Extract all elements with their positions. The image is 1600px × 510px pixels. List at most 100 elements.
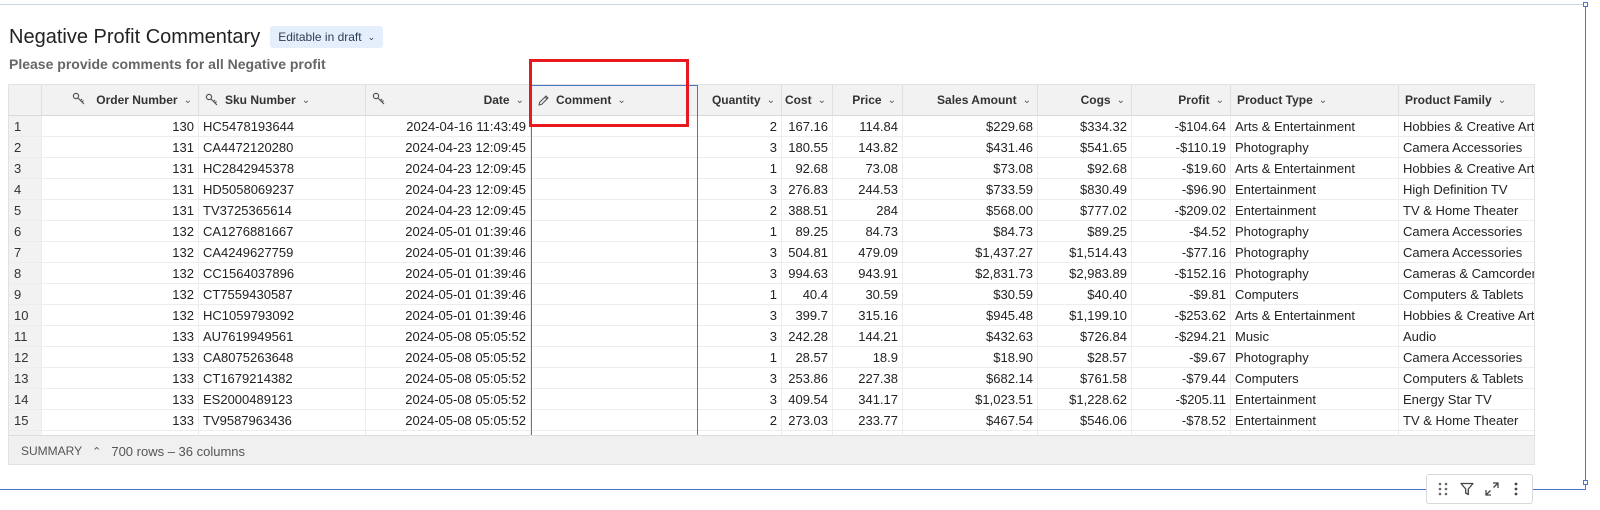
table-cell-qty: 3	[698, 368, 782, 389]
chevron-down-icon[interactable]: ⌄	[1498, 95, 1506, 106]
table-cell-comment[interactable]	[531, 347, 698, 368]
table-cell-pfamily: Camera Accessories	[1399, 242, 1534, 263]
filter-icon[interactable]	[1457, 479, 1477, 499]
table-cell-sales: $568.00	[903, 200, 1038, 221]
table-cell-qty: 3	[698, 179, 782, 200]
key-icon	[372, 92, 385, 105]
table-cell-pfamily: Hobbies & Creative Arts	[1399, 158, 1534, 179]
table-cell-comment[interactable]	[531, 410, 698, 431]
row-number: 8	[9, 263, 42, 284]
table-cell-profit: -$110.19	[1132, 137, 1231, 158]
table-cell-cogs: $92.68	[1038, 158, 1132, 179]
table-cell-order: 133	[42, 410, 199, 431]
table-cell-sku: HD5058069237	[199, 179, 366, 200]
table-cell-profit: -$209.02	[1132, 200, 1231, 221]
table-cell-cogs: $777.02	[1038, 200, 1132, 221]
table-cell-cogs: $546.06	[1038, 410, 1132, 431]
chevron-down-icon[interactable]: ⌄	[516, 95, 524, 106]
expand-icon[interactable]	[1482, 479, 1502, 499]
data-table[interactable]: Order Number ⌄ Sku Number ⌄ Date ⌄ Comment ⌄ Qua…	[8, 84, 1535, 465]
column-header-pfamily[interactable]: Product Family ⌄	[1399, 85, 1534, 116]
column-header-comment[interactable]: Comment ⌄	[531, 85, 698, 116]
page-title: Negative Profit Commentary	[9, 25, 261, 48]
table-cell-comment[interactable]	[531, 158, 698, 179]
column-header-date[interactable]: Date ⌄	[366, 85, 531, 116]
table-cell-cost: 40.4	[782, 284, 833, 305]
column-header-qty[interactable]: Quantity ⌄	[698, 85, 782, 116]
table-cell-date: 2024-04-23 12:09:45	[366, 158, 531, 179]
table-cell-sku: CA1276881667	[199, 221, 366, 242]
table-cell-comment[interactable]	[531, 200, 698, 221]
table-cell-sales: $30.59	[903, 284, 1038, 305]
drag-handle-icon[interactable]	[1433, 479, 1453, 499]
table-cell-profit: -$104.64	[1132, 116, 1231, 137]
table-cell-sales: $431.46	[903, 137, 1038, 158]
table-cell-order: 132	[42, 284, 199, 305]
chevron-down-icon[interactable]: ⌄	[617, 95, 625, 106]
table-cell-order: 131	[42, 137, 199, 158]
table-cell-comment[interactable]	[531, 368, 698, 389]
column-header-cogs[interactable]: Cogs ⌄	[1038, 85, 1132, 116]
column-header-label: Quantity	[711, 93, 761, 107]
table-cell-ptype: Arts & Entertainment	[1231, 158, 1399, 179]
table-cell-comment[interactable]	[531, 221, 698, 242]
column-header-price[interactable]: Price ⌄	[833, 85, 903, 116]
chevron-down-icon[interactable]: ⌄	[1023, 95, 1031, 106]
frame-top-border	[0, 4, 1586, 5]
table-cell-comment[interactable]	[531, 263, 698, 284]
title-row: Negative Profit Commentary Editable in d…	[9, 24, 384, 50]
table-cell-sales: $73.08	[903, 158, 1038, 179]
table-cell-pfamily: TV & Home Theater	[1399, 410, 1534, 431]
chevron-down-icon[interactable]: ⌄	[1319, 95, 1327, 106]
chevron-down-icon[interactable]: ⌄	[818, 95, 826, 106]
table-cell-cost: 276.83	[782, 179, 833, 200]
chevron-down-icon[interactable]: ⌄	[767, 95, 775, 106]
editable-draft-dropdown[interactable]: Editable in draft ⌄	[270, 26, 384, 48]
chevron-up-icon[interactable]: ⌃	[92, 445, 101, 458]
row-number: 2	[9, 137, 42, 158]
table-cell-ptype: Photography	[1231, 221, 1399, 242]
row-number: 4	[9, 179, 42, 200]
table-cell-date: 2024-04-23 12:09:45	[366, 137, 531, 158]
column-header-sales[interactable]: Sales Amount ⌄	[903, 85, 1038, 116]
table-cell-comment[interactable]	[531, 326, 698, 347]
table-cell-profit: -$9.67	[1132, 347, 1231, 368]
table-cell-qty: 1	[698, 347, 782, 368]
table-cell-pfamily: Audio	[1399, 326, 1534, 347]
table-cell-comment[interactable]	[531, 137, 698, 158]
table-cell-date: 2024-05-01 01:39:46	[366, 305, 531, 326]
row-number: 14	[9, 389, 42, 410]
table-cell-comment[interactable]	[531, 242, 698, 263]
column-header-cost[interactable]: Cost ⌄	[782, 85, 833, 116]
table-cell-cogs: $1,514.43	[1038, 242, 1132, 263]
column-header-ptype[interactable]: Product Type ⌄	[1231, 85, 1399, 116]
column-header-label: Price	[852, 93, 882, 107]
table-cell-order: 131	[42, 158, 199, 179]
table-cell-cost: 388.51	[782, 200, 833, 221]
table-cell-comment[interactable]	[531, 284, 698, 305]
chevron-down-icon[interactable]: ⌄	[302, 95, 310, 106]
column-header-sku[interactable]: Sku Number ⌄	[199, 85, 366, 116]
more-vertical-icon[interactable]	[1506, 479, 1526, 499]
chevron-down-icon[interactable]: ⌄	[184, 95, 192, 106]
table-cell-date: 2024-04-23 12:09:45	[366, 179, 531, 200]
table-cell-comment[interactable]	[531, 389, 698, 410]
table-cell-qty: 2	[698, 200, 782, 221]
table-cell-profit: -$152.16	[1132, 263, 1231, 284]
table-cell-comment[interactable]	[531, 179, 698, 200]
column-header-order[interactable]: Order Number ⌄	[42, 85, 199, 116]
table-cell-comment[interactable]	[531, 116, 698, 137]
table-cell-sales: $229.68	[903, 116, 1038, 137]
column-header-profit[interactable]: Profit ⌄	[1132, 85, 1231, 116]
chevron-down-icon[interactable]: ⌄	[1216, 95, 1224, 106]
table-cell-ptype: Music	[1231, 326, 1399, 347]
table-cell-comment[interactable]	[531, 305, 698, 326]
chevron-down-icon[interactable]: ⌄	[888, 95, 896, 106]
column-header-label: Sales Amount	[937, 93, 1017, 107]
chevron-down-icon[interactable]: ⌄	[1117, 95, 1125, 106]
chevron-down-icon: ⌄	[367, 31, 376, 42]
table-cell-sku: CA4249627759	[199, 242, 366, 263]
resize-handle-bottom-right[interactable]	[1583, 480, 1588, 485]
table-cell-cost: 180.55	[782, 137, 833, 158]
resize-handle-top-right[interactable]	[1583, 2, 1588, 7]
